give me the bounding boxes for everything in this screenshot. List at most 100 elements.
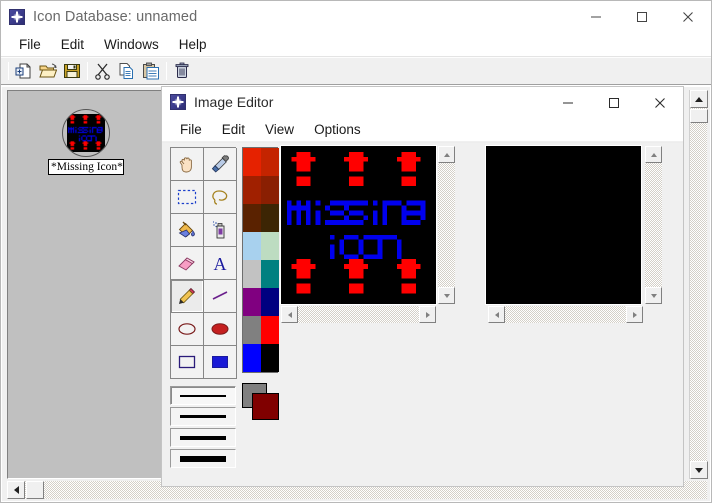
line-width-3[interactable]: [170, 428, 236, 447]
vertical-scroll-thumb[interactable]: [690, 109, 708, 123]
preview-scroll-down-button[interactable]: [645, 287, 662, 304]
editor-menu-options[interactable]: Options: [304, 120, 371, 139]
minimize-button[interactable]: [573, 1, 619, 33]
editor-menu-edit[interactable]: Edit: [212, 120, 255, 139]
editor-menu-view[interactable]: View: [255, 120, 304, 139]
new-icon[interactable]: [12, 59, 36, 83]
hand-tool-icon[interactable]: [171, 148, 204, 181]
main-window-title: Icon Database: unnamed: [33, 9, 198, 25]
icon-entry-missing[interactable]: *Missing Icon*: [48, 109, 124, 175]
close-button[interactable]: [665, 1, 711, 33]
line-width-4[interactable]: [170, 449, 236, 468]
canvas-scroll-left-button[interactable]: [281, 306, 298, 323]
eraser-tool-icon[interactable]: [171, 247, 204, 280]
palette-swatch-3[interactable]: [261, 176, 279, 204]
line-width-2[interactable]: [170, 407, 236, 426]
save-icon[interactable]: [60, 59, 84, 83]
edit-canvas-group: [281, 146, 455, 323]
edit-canvas[interactable]: [282, 147, 435, 303]
palette-swatch-13[interactable]: [261, 316, 279, 344]
chevron-right-icon: [425, 311, 430, 318]
paste-icon[interactable]: [139, 59, 163, 83]
scroll-up-button[interactable]: [690, 90, 708, 108]
delete-icon[interactable]: [170, 59, 194, 83]
line-tool-icon[interactable]: [204, 280, 237, 313]
palette-swatch-14[interactable]: [243, 344, 261, 372]
palette-swatch-1[interactable]: [261, 148, 279, 176]
palette-swatch-5[interactable]: [261, 204, 279, 232]
line-width-preview: [180, 394, 226, 397]
main-toolbar: [1, 57, 711, 85]
chevron-up-icon: [695, 96, 703, 102]
ellipse-filled-tool-icon[interactable]: [204, 313, 237, 346]
palette-swatch-4[interactable]: [243, 204, 261, 232]
palette-swatch-10[interactable]: [243, 288, 261, 316]
preview-horizontal-scrollbar[interactable]: [488, 306, 643, 323]
canvas-scroll-right-button[interactable]: [419, 306, 436, 323]
editor-maximize-button[interactable]: [591, 87, 637, 119]
line-width-preview: [180, 435, 226, 440]
chevron-up-icon: [650, 152, 657, 157]
line-width-preview: [180, 455, 226, 462]
scroll-down-button[interactable]: [690, 461, 708, 479]
spray-can-tool-icon[interactable]: [204, 214, 237, 247]
preview-scroll-up-button[interactable]: [645, 146, 662, 163]
canvas-horizontal-scrollbar[interactable]: [281, 306, 436, 323]
chevron-up-icon: [443, 152, 450, 157]
canvas-vertical-scrollbar[interactable]: [438, 146, 455, 304]
preview-scroll-right-button[interactable]: [626, 306, 643, 323]
lasso-select-tool-icon[interactable]: [204, 181, 237, 214]
ellipse-outline-tool-icon[interactable]: [171, 313, 204, 346]
chevron-right-icon: [632, 311, 637, 318]
cut-icon[interactable]: [91, 59, 115, 83]
canvas-scroll-down-button[interactable]: [438, 287, 455, 304]
copy-icon[interactable]: [115, 59, 139, 83]
maximize-button[interactable]: [619, 1, 665, 33]
preview-canvas[interactable]: [486, 146, 641, 304]
open-icon[interactable]: [36, 59, 60, 83]
line-width-1[interactable]: [170, 386, 236, 405]
preview-vertical-scrollbar[interactable]: [645, 146, 662, 304]
main-vertical-scrollbar[interactable]: [689, 90, 708, 479]
menu-edit[interactable]: Edit: [51, 35, 94, 54]
chevron-left-icon: [494, 311, 499, 318]
palette-swatch-0[interactable]: [243, 148, 261, 176]
palette-swatch-6[interactable]: [243, 232, 261, 260]
main-window-controls: [573, 1, 711, 33]
tool-grid: A: [170, 147, 237, 379]
rectangle-outline-tool-icon[interactable]: [171, 346, 204, 379]
text-tool-icon[interactable]: A: [204, 247, 237, 280]
palette-swatch-15[interactable]: [261, 344, 279, 372]
rectangle-select-tool-icon[interactable]: [171, 181, 204, 214]
palette-swatch-9[interactable]: [261, 260, 279, 288]
menu-file[interactable]: File: [9, 35, 51, 54]
icon-entry-circle: [62, 109, 110, 157]
palette-swatch-7[interactable]: [261, 232, 279, 260]
palette-swatch-12[interactable]: [243, 316, 261, 344]
pencil-tool-icon[interactable]: [171, 280, 204, 313]
preview-scroll-left-button[interactable]: [488, 306, 505, 323]
image-editor-window: Image Editor File Edit View Options A: [161, 86, 684, 487]
menu-windows[interactable]: Windows: [94, 35, 169, 54]
foreground-color-swatch[interactable]: [252, 393, 279, 420]
horizontal-scroll-thumb[interactable]: [26, 481, 44, 499]
canvas-scroll-up-button[interactable]: [438, 146, 455, 163]
edit-canvas-frame[interactable]: [281, 146, 436, 304]
icon-entry-thumbnail: [67, 114, 105, 152]
tool-palette: A: [170, 147, 237, 379]
palette-swatch-8[interactable]: [243, 260, 261, 288]
palette-swatch-11[interactable]: [261, 288, 279, 316]
rectangle-filled-tool-icon[interactable]: [204, 346, 237, 379]
current-color-indicator[interactable]: [242, 383, 282, 421]
color-palette[interactable]: [242, 147, 279, 373]
eyedropper-tool-icon[interactable]: [204, 148, 237, 181]
editor-menu-file[interactable]: File: [170, 120, 212, 139]
editor-minimize-button[interactable]: [545, 87, 591, 119]
editor-close-button[interactable]: [637, 87, 683, 119]
paint-bucket-tool-icon[interactable]: [171, 214, 204, 247]
menu-help[interactable]: Help: [169, 35, 217, 54]
main-titlebar: Icon Database: unnamed: [1, 1, 711, 33]
palette-swatch-2[interactable]: [243, 176, 261, 204]
scroll-left-button[interactable]: [7, 481, 25, 499]
chevron-down-icon: [650, 293, 657, 298]
